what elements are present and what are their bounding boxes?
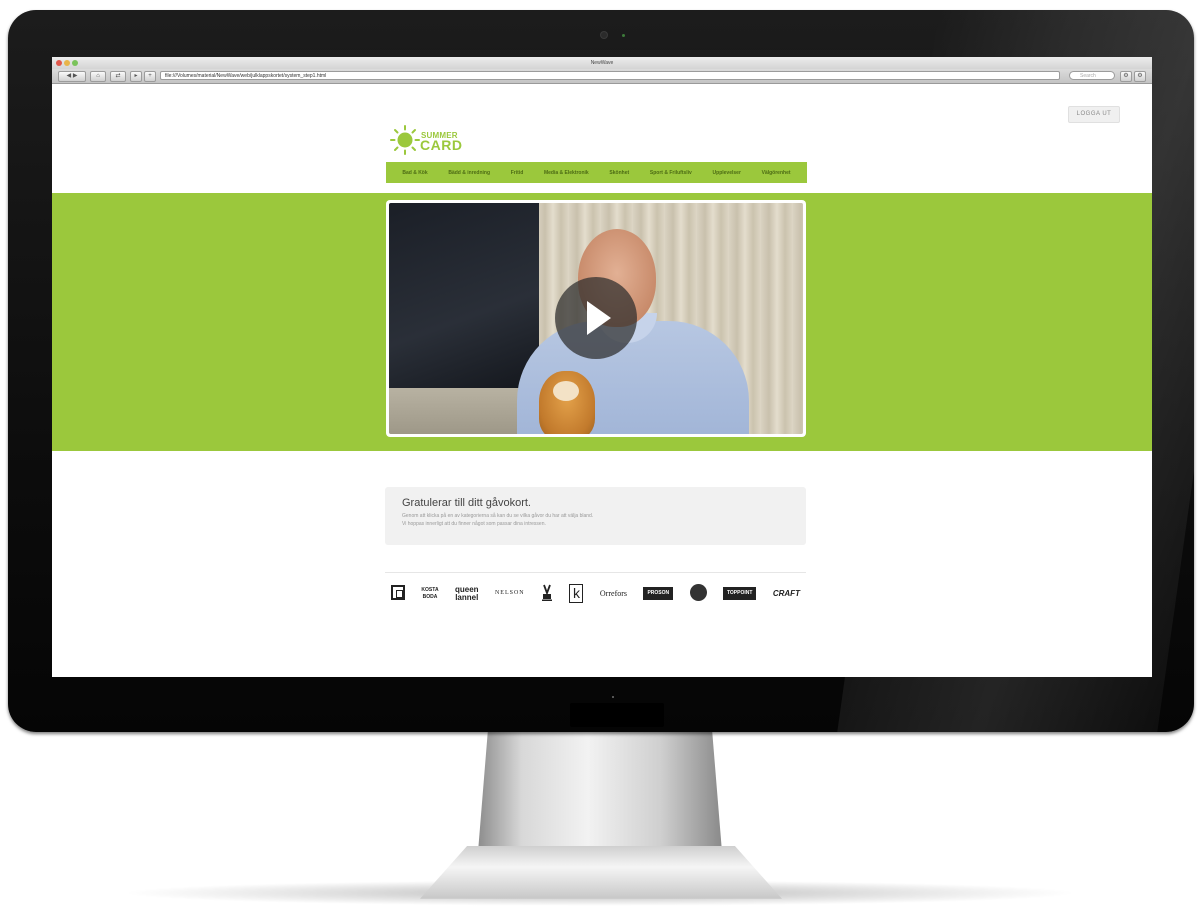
brand-logo-kosta-boda[interactable]: KOSTA BODA [421,587,438,601]
brand-logo-proson[interactable]: PROSON [643,587,674,600]
bezel-dot [612,696,614,698]
welcome-title: Gratulerar till ditt gåvokort. [402,497,531,509]
monitor-stand [478,732,722,852]
nav-item-fritid[interactable]: Fritid [511,170,524,176]
gear-icon[interactable]: ⚙ [1134,71,1146,82]
nav-item-bad-kok[interactable]: Bad & Kök [402,170,427,176]
brand-logo-toppoint[interactable]: TOPPOINT [722,587,757,600]
monitor-stand-base [420,846,782,899]
welcome-text-line2: Vi hoppas innerligt att du finner något … [402,521,546,527]
nav-item-upplevelser[interactable]: Upplevelser [713,170,741,176]
boda-text: BODA [422,593,438,600]
bookmark-icon[interactable]: ⇄ [110,71,126,82]
video-frame [389,203,803,434]
brand-logo-craft[interactable]: CRAFT [773,590,800,598]
address-bar[interactable]: file:///Volumes/material/NewWave/web/jul… [160,71,1060,80]
play-button[interactable] [555,277,637,359]
summer-card-logo[interactable]: SUMMER CARD [390,124,470,158]
category-nav: Bad & Kök Bädd & inredning Fritid Media … [386,162,807,183]
brand-logo-queen-lannel[interactable]: queen lannel [455,585,479,602]
nav-item-media-elektronik[interactable]: Media & Elektronik [544,170,589,176]
logo-text-card: CARD [420,137,463,153]
brand-logo-circle[interactable] [689,584,707,603]
browser-toolbar: ◀ ▶ ⌂ ⇄ ▸ + file:///Volumes/material/New… [52,69,1152,84]
screen: NewWave ◀ ▶ ⌂ ⇄ ▸ + file:///Volumes/mate… [52,57,1152,677]
video-player[interactable] [386,200,806,437]
minimize-window-button[interactable] [64,60,70,66]
settings-icon[interactable]: ⚙ [1120,71,1132,82]
nav-item-badd-inredning[interactable]: Bädd & inredning [448,170,490,176]
welcome-text-line1: Genom att klicka på en av kategorierna s… [402,513,594,519]
logout-button[interactable]: LOGGA UT [1068,106,1120,123]
sun-icon [390,125,420,155]
add-tab-icon[interactable]: + [144,71,156,82]
play-icon [587,301,611,335]
maximize-window-button[interactable] [72,60,78,66]
brand-logos: KOSTA BODA queen lannel NELSON k Orrefor… [385,572,806,614]
close-window-button[interactable] [56,60,62,66]
nav-item-skonhet[interactable]: Skönhet [609,170,629,176]
web-page: LOGGA UT SUMMER CARD Bad & Kök Bädd & in… [52,84,1152,677]
nav-item-sport-friluftsliv[interactable]: Sport & Friluftsliv [650,170,692,176]
brand-logo-nelson[interactable]: NELSON [495,590,525,597]
nav-item-valgorenhet[interactable]: Välgörenhet [762,170,791,176]
brand-logo-orrefors[interactable]: Orrefors [600,590,627,598]
welcome-box: Gratulerar till ditt gåvokort. Genom att… [385,487,806,545]
bezel-logo-slot [570,703,664,727]
search-input[interactable]: Search [1069,71,1115,80]
back-forward-buttons[interactable]: ◀ ▶ [58,71,86,82]
lannel-text: lannel [455,592,479,602]
figure-icon [542,584,553,601]
video-plush-toy-face [553,381,579,401]
window-title: NewWave [590,60,614,66]
camera-led [622,34,625,37]
brand-logo-k[interactable]: k [569,584,584,603]
brand-logo-figure-icon[interactable] [541,584,553,604]
camera-icon [601,32,607,38]
browser-titlebar: NewWave [52,57,1152,69]
reader-icon[interactable]: ▸ [130,71,142,82]
home-icon[interactable]: ⌂ [90,71,106,82]
video-window [389,203,539,388]
brand-logo-box[interactable] [391,585,405,602]
kosta-text: KOSTA [421,586,439,593]
